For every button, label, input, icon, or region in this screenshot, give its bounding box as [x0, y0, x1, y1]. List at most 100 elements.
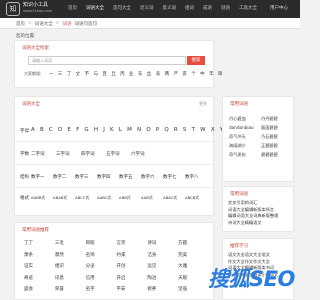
word-link[interactable]: 修养: [147, 286, 178, 292]
word-link[interactable]: 荣誉: [55, 286, 86, 292]
word-link[interactable]: 骤然: [55, 252, 86, 258]
format-link[interactable]: ABAB式: [53, 195, 75, 201]
format-link[interactable]: AABC式: [97, 195, 119, 201]
sidebar-word-link[interactable]: 丹丹碧碧: [261, 116, 291, 122]
structure-link[interactable]: 数字七: [163, 174, 185, 180]
letter-link[interactable]: C: [49, 127, 53, 133]
char-link[interactable]: 一: [49, 71, 54, 77]
letter-link[interactable]: W: [200, 127, 205, 133]
search-button[interactable]: 搜索: [187, 56, 205, 65]
breadcrumb-home[interactable]: 首页: [16, 21, 25, 27]
letter-link[interactable]: H: [94, 127, 98, 133]
letter-link[interactable]: T: [192, 127, 195, 133]
word-link[interactable]: 盛会: [24, 286, 55, 292]
nav-item[interactable]: 成语: [203, 5, 212, 11]
count-link[interactable]: 六字词: [131, 151, 156, 157]
count-link[interactable]: 三字词: [56, 151, 81, 157]
word-link[interactable]: 信用: [86, 275, 117, 281]
structure-link[interactable]: 数字二: [53, 174, 75, 180]
word-link[interactable]: 讯息: [55, 275, 86, 281]
letter-link[interactable]: B: [40, 127, 44, 133]
word-link[interactable]: 洁身: [147, 252, 178, 258]
nav-item[interactable]: 工具大全: [239, 5, 257, 11]
word-link[interactable]: 陶冶: [147, 275, 178, 281]
word-link[interactable]: 名师: [86, 252, 117, 258]
letter-link[interactable]: O: [146, 127, 150, 133]
char-link[interactable]: 丈: [76, 71, 81, 77]
count-link[interactable]: 四字词: [81, 151, 106, 157]
sidebar-word-link[interactable]: 奇气冲天: [229, 134, 259, 140]
format-link[interactable]: ABAC式: [163, 195, 185, 201]
sidebar-word-link[interactable]: 海阔湖少: [229, 143, 259, 149]
structure-link[interactable]: 数字五: [119, 174, 141, 180]
char-link[interactable]: 串: [218, 71, 223, 77]
letter-link[interactable]: N: [137, 127, 141, 133]
word-link[interactable]: 大雅: [178, 263, 209, 269]
char-link[interactable]: 丁: [67, 71, 72, 77]
char-link[interactable]: 业: [129, 71, 134, 77]
letter-link[interactable]: L: [119, 127, 122, 133]
char-link[interactable]: 丙: [120, 71, 125, 77]
search-input[interactable]: 请输入词语: [28, 56, 186, 65]
word-link[interactable]: 诗词: [147, 240, 178, 246]
char-link[interactable]: 不: [85, 71, 90, 77]
word-link[interactable]: 坚强: [178, 286, 209, 292]
char-link[interactable]: 中: [200, 71, 205, 77]
letter-link[interactable]: S: [183, 127, 187, 133]
char-link[interactable]: 丰: [209, 71, 214, 77]
format-link[interactable]: AABB式: [31, 195, 53, 201]
char-link[interactable]: 且: [102, 71, 107, 77]
structure-link[interactable]: 数字四: [97, 174, 119, 180]
word-link[interactable]: 言笑: [117, 240, 148, 246]
count-link[interactable]: 二字词: [31, 151, 56, 157]
letter-link[interactable]: K: [110, 127, 114, 133]
word-link[interactable]: 平安: [117, 286, 148, 292]
sidebar-related-link[interactable]: 诗词大全精编语文: [228, 220, 290, 227]
more-link[interactable]: 更多: [199, 101, 207, 107]
char-link[interactable]: 与: [93, 71, 98, 77]
letter-link[interactable]: A: [31, 127, 35, 133]
char-link[interactable]: 东: [138, 71, 143, 77]
word-link[interactable]: 丁丁: [24, 240, 55, 246]
letter-link[interactable]: F: [76, 127, 79, 133]
word-link[interactable]: 名字: [86, 286, 117, 292]
word-link[interactable]: 完美: [178, 252, 209, 258]
word-link[interactable]: 三毛: [55, 240, 86, 246]
char-link[interactable]: 丝: [147, 71, 152, 77]
word-link[interactable]: 方圆: [178, 240, 209, 246]
letter-link[interactable]: M: [127, 127, 132, 133]
char-link[interactable]: 丧: [182, 71, 187, 77]
site-logo[interactable]: 知: [6, 2, 20, 16]
nav-item[interactable]: 词语大全: [86, 5, 104, 11]
sidebar-word-link[interactable]: 碧碧碧碧: [261, 152, 291, 158]
user-center-link[interactable]: 用户中心: [270, 5, 288, 11]
sidebar-word-link[interactable]: 正碧碧碧: [261, 143, 291, 149]
structure-link[interactable]: 数字三: [75, 174, 97, 180]
word-link[interactable]: 萧条: [24, 252, 55, 258]
nav-item[interactable]: 近义词: [140, 5, 154, 11]
letter-link[interactable]: E: [67, 127, 70, 133]
sidebar-word-link[interactable]: dandanbiao: [229, 125, 259, 131]
structure-link[interactable]: 数字一: [31, 174, 53, 180]
nav-item[interactable]: 首页: [68, 5, 77, 11]
letter-link[interactable]: R: [174, 127, 178, 133]
format-link[interactable]: ABB式: [119, 195, 141, 201]
word-link[interactable]: 奇迹: [24, 275, 55, 281]
nav-item[interactable]: 反义词: [163, 5, 177, 11]
count-link[interactable]: 五字词: [106, 151, 131, 157]
sidebar-word-link[interactable]: 面面碧碧: [261, 125, 291, 131]
nav-item[interactable]: 谜语: [221, 5, 230, 11]
word-link[interactable]: 相识: [55, 263, 86, 269]
word-link[interactable]: 证实: [24, 263, 55, 269]
nav-item[interactable]: 造句大全: [113, 5, 131, 11]
word-link[interactable]: 开创: [117, 263, 148, 269]
word-link[interactable]: 目眩: [86, 240, 117, 246]
format-link[interactable]: AAB式: [141, 195, 163, 201]
char-link[interactable]: 严: [173, 71, 178, 77]
sidebar-word-link[interactable]: 奇气发化: [229, 152, 259, 158]
letter-link[interactable]: J: [103, 127, 105, 133]
char-link[interactable]: 三: [58, 71, 63, 77]
structure-link[interactable]: 数字八: [185, 174, 207, 180]
breadcrumb-section[interactable]: 词语大全: [35, 21, 53, 27]
word-link[interactable]: 开启: [117, 275, 148, 281]
